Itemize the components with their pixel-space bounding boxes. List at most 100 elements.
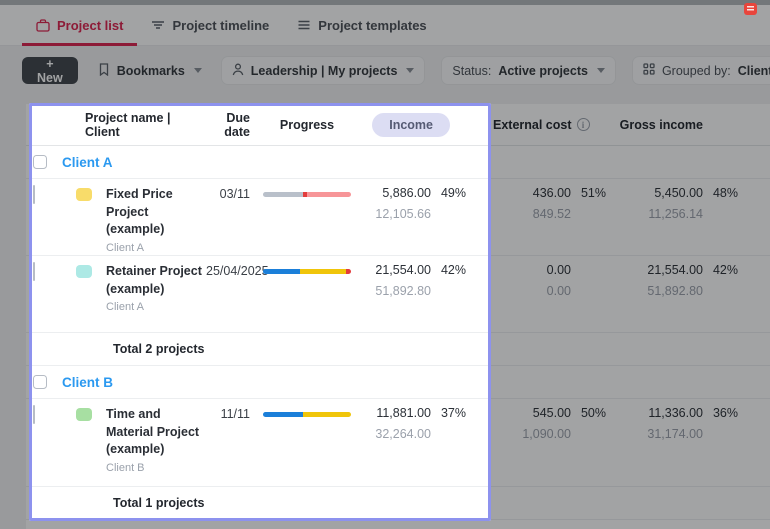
group-row-client-b: Client B (26, 366, 770, 399)
bookmark-icon (98, 62, 110, 79)
due-date: 25/04/2025 (206, 264, 269, 278)
tab-label: Project templates (318, 17, 427, 33)
gross-income-percent: 48% (712, 186, 738, 200)
row-checkbox[interactable] (33, 405, 35, 424)
red-app-icon[interactable] (744, 3, 757, 15)
external-cost-cell: 0.00 0.00 (466, 263, 571, 298)
project-client-label: Client B (106, 461, 145, 474)
tab-label: Project timeline (172, 17, 270, 33)
scope-dropdown[interactable]: Leadership | My projects (221, 57, 425, 84)
progress-bar (263, 412, 351, 417)
income-cell: 5,886.00 12,105.66 (351, 186, 431, 221)
external-cost-cell: 436.00 849.52 (466, 186, 571, 221)
external-cost-secondary-value: 0.00 (546, 284, 571, 298)
gross-income-secondary-value: 51,892.80 (647, 284, 703, 298)
gross-income-secondary-value: 11,256.14 (648, 207, 703, 221)
toolbar: + New Bookmarks Leadership | My projects… (0, 46, 770, 104)
client-link[interactable]: Client A (62, 155, 113, 170)
tab-label: Project list (57, 17, 124, 33)
income-cell: 21,554.00 51,892.80 (351, 263, 431, 298)
group-total-row: Total 1 projects (26, 487, 770, 520)
column-header-external-cost[interactable]: External cost i (466, 118, 606, 132)
progress-bar (263, 269, 351, 274)
income-secondary-value: 12,105.66 (375, 207, 431, 221)
bookmarks-label: Bookmarks (116, 63, 185, 78)
income-metric-pill[interactable]: Income (372, 112, 450, 137)
chevron-down-icon (596, 68, 605, 73)
group-row-client-a: Client A (26, 146, 770, 179)
tab-project-templates[interactable]: Project templates (283, 5, 440, 45)
project-table: Project name | Client Due date Progress … (26, 104, 770, 529)
gross-income-cell: 11,336.00 31,174.00 (606, 406, 703, 441)
table-row[interactable]: Fixed Price Project (example) Client A 0… (26, 179, 770, 256)
table-row[interactable]: Retainer Project (example) Client A 25/0… (26, 256, 770, 333)
tab-project-timeline[interactable]: Project timeline (137, 5, 283, 45)
grouped-by-value: Clients (737, 63, 770, 78)
project-color-swatch (76, 188, 92, 201)
external-cost-secondary-value: 1,090.00 (522, 427, 571, 441)
group-total-label: Total 2 projects (113, 342, 205, 356)
grouped-by-label: Grouped by: (661, 63, 731, 78)
table-header-row: Project name | Client Due date Progress … (26, 104, 770, 146)
column-header-income: Income (351, 112, 466, 137)
income-value: 21,554.00 (375, 263, 431, 277)
info-icon[interactable]: i (576, 118, 590, 131)
row-checkbox[interactable] (33, 185, 35, 204)
income-value: 5,886.00 (382, 186, 431, 200)
chevron-down-icon (193, 68, 202, 73)
tab-bar: Project list Project timeline Project te… (0, 5, 770, 46)
scope-label: Leadership | My projects (250, 63, 398, 78)
gross-income-cell: 5,450.00 11,256.14 (606, 186, 703, 221)
project-name-link[interactable]: Fixed Price Project (example) (106, 186, 206, 239)
group-total-label: Total 1 projects (113, 496, 205, 510)
income-percent: 42% (440, 263, 466, 277)
external-cost-value: 0.00 (546, 263, 571, 277)
external-cost-value: 436.00 (532, 186, 571, 200)
group-checkbox[interactable] (33, 155, 47, 169)
income-percent: 49% (440, 186, 466, 200)
external-cost-label: External cost (493, 117, 572, 132)
income-secondary-value: 51,892.80 (375, 284, 431, 298)
project-name-link[interactable]: Time and Material Project (example) (106, 406, 206, 459)
app-window: Project list Project timeline Project te… (0, 0, 770, 529)
column-header-progress[interactable]: Progress (263, 118, 351, 132)
grid-icon (643, 63, 655, 78)
list-lines-icon (297, 19, 311, 31)
chevron-down-icon (406, 68, 415, 73)
person-icon (232, 63, 244, 79)
status-value: Active projects (498, 63, 588, 78)
gross-income-secondary-value: 31,174.00 (647, 427, 703, 441)
income-cell: 11,881.00 32,264.00 (351, 406, 431, 441)
due-date: 03/11 (219, 187, 250, 201)
gross-income-value: 21,554.00 (647, 263, 703, 277)
briefcase-icon (36, 18, 50, 32)
project-name-link[interactable]: Retainer Project (example) (106, 263, 206, 298)
external-cost-percent: 50% (580, 406, 606, 420)
timeline-lines-icon (151, 19, 165, 31)
client-link[interactable]: Client B (62, 375, 113, 390)
income-percent: 37% (440, 406, 466, 420)
project-client-label: Client A (106, 241, 144, 254)
status-label: Status: (452, 63, 492, 78)
project-color-swatch (76, 265, 92, 278)
gross-income-percent: 36% (712, 406, 738, 420)
gross-income-value: 5,450.00 (654, 186, 703, 200)
tab-project-list[interactable]: Project list (22, 5, 138, 46)
column-header-due-date[interactable]: Due date (206, 111, 250, 139)
project-client-label: Client A (106, 301, 144, 313)
column-header-gross-income[interactable]: Gross income (606, 118, 738, 132)
external-cost-secondary-value: 849.52 (532, 207, 571, 221)
group-checkbox[interactable] (33, 375, 47, 389)
row-checkbox[interactable] (33, 262, 35, 281)
external-cost-cell: 545.00 1,090.00 (466, 406, 571, 441)
progress-bar (263, 192, 351, 197)
status-dropdown[interactable]: Status: Active projects (442, 57, 615, 84)
external-cost-value: 545.00 (532, 406, 571, 420)
new-button[interactable]: + New (22, 57, 78, 85)
project-color-swatch (76, 408, 92, 421)
grouped-by-dropdown[interactable]: Grouped by: Clients (632, 57, 770, 84)
bookmarks-dropdown[interactable]: Bookmarks (96, 57, 204, 84)
group-total-row: Total 2 projects (26, 333, 770, 366)
table-row[interactable]: Time and Material Project (example) Clie… (26, 399, 770, 487)
column-header-project-name[interactable]: Project name | Client (26, 111, 206, 139)
